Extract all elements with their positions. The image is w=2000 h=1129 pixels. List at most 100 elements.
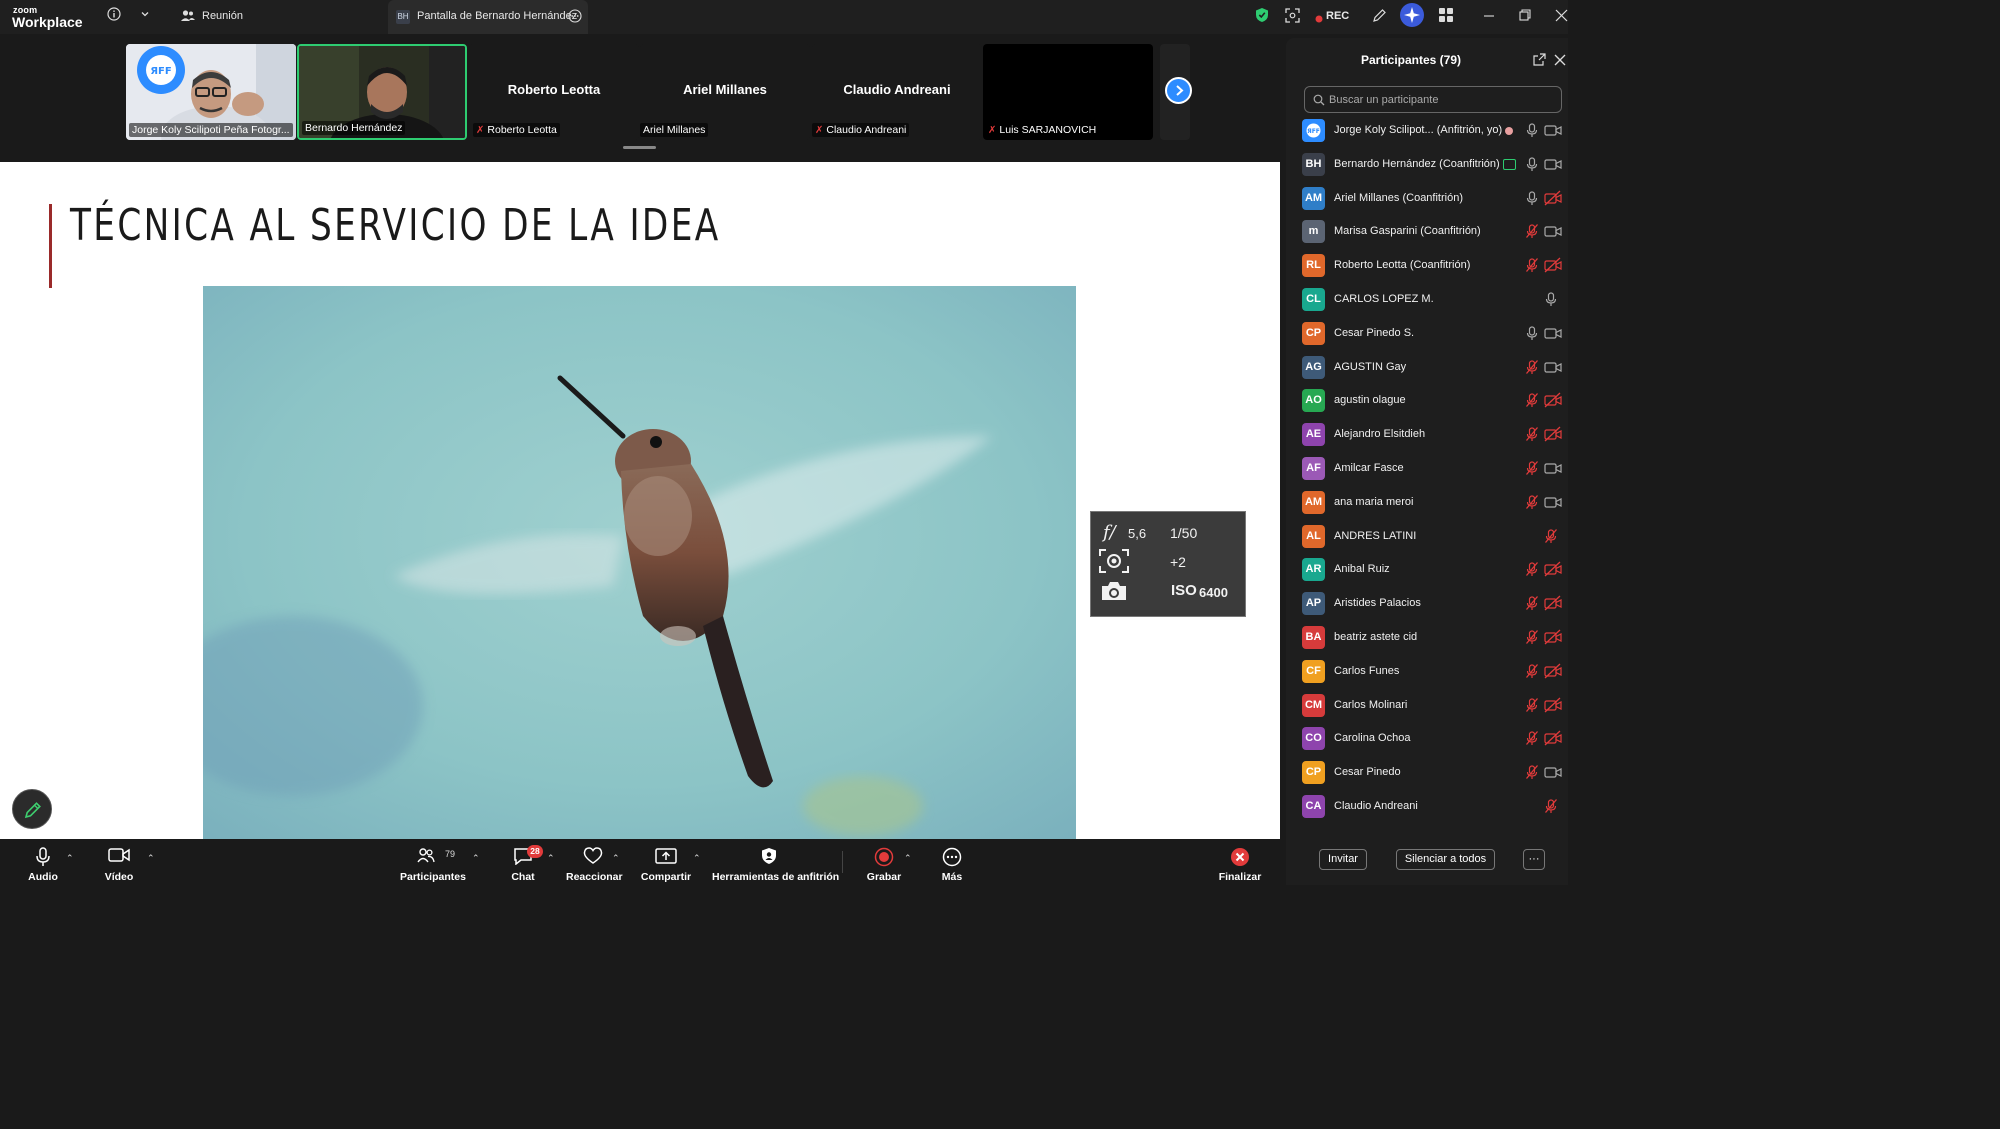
- close-window-icon[interactable]: [1555, 8, 1568, 25]
- camera-icon[interactable]: [1544, 764, 1562, 780]
- participant-row[interactable]: CP Cesar Pinedo: [1302, 758, 1564, 788]
- video-tile-bernardo[interactable]: Bernardo Hernández: [297, 44, 467, 140]
- participant-row[interactable]: AL ANDRES LATINI: [1302, 522, 1564, 552]
- video-tile-luis[interactable]: ✗ Luis SARJANOVICH: [983, 44, 1153, 140]
- share-button[interactable]: Compartir: [640, 839, 692, 885]
- participant-row[interactable]: AM Ariel Millanes (Coanfitrión): [1302, 184, 1564, 214]
- video-tile-jorge[interactable]: ЯFF Jorge Koly Scilipoti Peña Fotogr...: [126, 44, 296, 140]
- participant-search-input[interactable]: [1329, 91, 1549, 108]
- participant-row[interactable]: AG AGUSTIN Gay: [1302, 353, 1564, 383]
- audio-button[interactable]: Audio: [22, 839, 64, 885]
- mic-muted-icon[interactable]: [1525, 359, 1539, 375]
- participant-row[interactable]: AO agustin olague: [1302, 386, 1564, 416]
- camera-icon[interactable]: [1544, 156, 1562, 172]
- video-tile-claudio[interactable]: Claudio Andreani ✗ Claudio Andreani: [812, 44, 982, 140]
- participant-row[interactable]: AE Alejandro Elsitdieh: [1302, 420, 1564, 450]
- mic-muted-icon[interactable]: [1525, 764, 1539, 780]
- video-button[interactable]: Vídeo: [98, 839, 140, 885]
- participant-row[interactable]: CA Claudio Andreani: [1302, 792, 1564, 822]
- ai-companion-icon[interactable]: [1400, 3, 1424, 30]
- rec-indicator[interactable]: REC: [1326, 10, 1349, 22]
- mute-all-button[interactable]: Silenciar a todos: [1396, 849, 1495, 870]
- chat-options-chevron-icon[interactable]: ⌃: [547, 853, 555, 864]
- mic-icon[interactable]: [1525, 325, 1539, 341]
- camera-icon[interactable]: [1544, 494, 1562, 510]
- strip-scroll-indicator[interactable]: [623, 146, 656, 149]
- camera-off-icon[interactable]: [1544, 257, 1562, 273]
- chevron-down-icon[interactable]: [139, 8, 151, 23]
- camera-icon[interactable]: [1544, 325, 1562, 341]
- chat-button[interactable]: 28 Chat: [505, 839, 543, 885]
- camera-off-icon[interactable]: [1544, 730, 1562, 746]
- invite-button[interactable]: Invitar: [1319, 849, 1367, 870]
- participant-row[interactable]: CF Carlos Funes: [1302, 657, 1564, 687]
- participant-row[interactable]: RL Roberto Leotta (Coanfitrión): [1302, 251, 1564, 281]
- camera-off-icon[interactable]: [1544, 561, 1562, 577]
- camera-off-icon[interactable]: [1544, 426, 1562, 442]
- participant-row[interactable]: AP Aristides Palacios: [1302, 589, 1564, 619]
- mic-muted-icon[interactable]: [1525, 494, 1539, 510]
- participant-row[interactable]: m Marisa Gasparini (Coanfitrión): [1302, 217, 1564, 247]
- video-tile-roberto[interactable]: Roberto Leotta ✗ Roberto Leotta: [469, 44, 639, 140]
- camera-off-icon[interactable]: [1544, 595, 1562, 611]
- mic-icon[interactable]: [1525, 156, 1539, 172]
- apps-grid-icon[interactable]: [1439, 8, 1453, 25]
- participant-row[interactable]: AR Anibal Ruiz: [1302, 555, 1564, 585]
- more-options-icon[interactable]: [568, 9, 582, 26]
- mic-muted-icon[interactable]: [1525, 663, 1539, 679]
- mic-muted-icon[interactable]: [1525, 426, 1539, 442]
- pop-out-icon[interactable]: [1533, 53, 1546, 71]
- participant-row[interactable]: BA beatriz astete cid: [1302, 623, 1564, 653]
- info-icon[interactable]: [107, 7, 121, 24]
- participants-options-chevron-icon[interactable]: ⌃: [472, 853, 480, 864]
- camera-off-icon[interactable]: [1544, 190, 1562, 206]
- mic-muted-icon[interactable]: [1525, 257, 1539, 273]
- meeting-label[interactable]: Reunión: [202, 10, 243, 22]
- mic-muted-icon[interactable]: [1525, 392, 1539, 408]
- video-options-chevron-icon[interactable]: ⌃: [147, 853, 155, 864]
- participants-button[interactable]: 79 Participantes: [400, 839, 466, 885]
- next-page-button[interactable]: [1165, 77, 1192, 104]
- camera-off-icon[interactable]: [1544, 663, 1562, 679]
- mic-muted-icon[interactable]: [1525, 595, 1539, 611]
- record-options-chevron-icon[interactable]: ⌃: [904, 853, 912, 864]
- participant-search[interactable]: [1304, 86, 1562, 113]
- react-options-chevron-icon[interactable]: ⌃: [612, 853, 620, 864]
- camera-icon[interactable]: [1544, 460, 1562, 476]
- mic-muted-icon[interactable]: [1525, 561, 1539, 577]
- close-panel-icon[interactable]: [1554, 53, 1566, 71]
- camera-icon[interactable]: [1544, 359, 1562, 375]
- camera-off-icon[interactable]: [1544, 629, 1562, 645]
- camera-icon[interactable]: [1544, 223, 1562, 239]
- panel-more-button[interactable]: ···: [1523, 849, 1545, 870]
- record-button[interactable]: Grabar: [864, 839, 904, 885]
- host-tools-button[interactable]: Herramientas de anfitrión: [712, 839, 839, 885]
- participant-row[interactable]: ЯFF Jorge Koly Scilipot... (Anfitrión, yo…: [1302, 116, 1564, 146]
- restore-window-icon[interactable]: [1518, 8, 1532, 25]
- annotate-pen-icon[interactable]: [1372, 8, 1387, 26]
- mic-muted-icon[interactable]: [1525, 730, 1539, 746]
- video-tile-ariel[interactable]: Ariel Millanes Ariel Millanes: [640, 44, 810, 140]
- mic-muted-icon[interactable]: [1525, 460, 1539, 476]
- participant-row[interactable]: BH Bernardo Hernández (Coanfitrión): [1302, 150, 1564, 180]
- screen-share-tab[interactable]: BH Pantalla de Bernardo Hernández: [388, 0, 588, 34]
- participant-row[interactable]: CO Carolina Ochoa: [1302, 724, 1564, 754]
- camera-off-icon[interactable]: [1544, 392, 1562, 408]
- audio-options-chevron-icon[interactable]: ⌃: [66, 853, 74, 864]
- mic-muted-icon[interactable]: [1544, 798, 1558, 814]
- participant-row[interactable]: CM Carlos Molinari: [1302, 691, 1564, 721]
- mic-icon[interactable]: [1544, 291, 1558, 307]
- focus-mode-icon[interactable]: [1285, 8, 1300, 26]
- camera-icon[interactable]: [1544, 122, 1562, 138]
- camera-off-icon[interactable]: [1544, 697, 1562, 713]
- share-options-chevron-icon[interactable]: ⌃: [693, 853, 701, 864]
- mic-muted-icon[interactable]: [1525, 697, 1539, 713]
- mic-muted-icon[interactable]: [1525, 223, 1539, 239]
- mic-icon[interactable]: [1525, 122, 1539, 138]
- minimize-icon[interactable]: [1482, 8, 1496, 25]
- end-meeting-button[interactable]: Finalizar: [1216, 839, 1264, 885]
- mic-muted-icon[interactable]: [1544, 528, 1558, 544]
- security-shield-icon[interactable]: [1255, 7, 1269, 26]
- participant-row[interactable]: CP Cesar Pinedo S.: [1302, 319, 1564, 349]
- participant-row[interactable]: AF Amilcar Fasce: [1302, 454, 1564, 484]
